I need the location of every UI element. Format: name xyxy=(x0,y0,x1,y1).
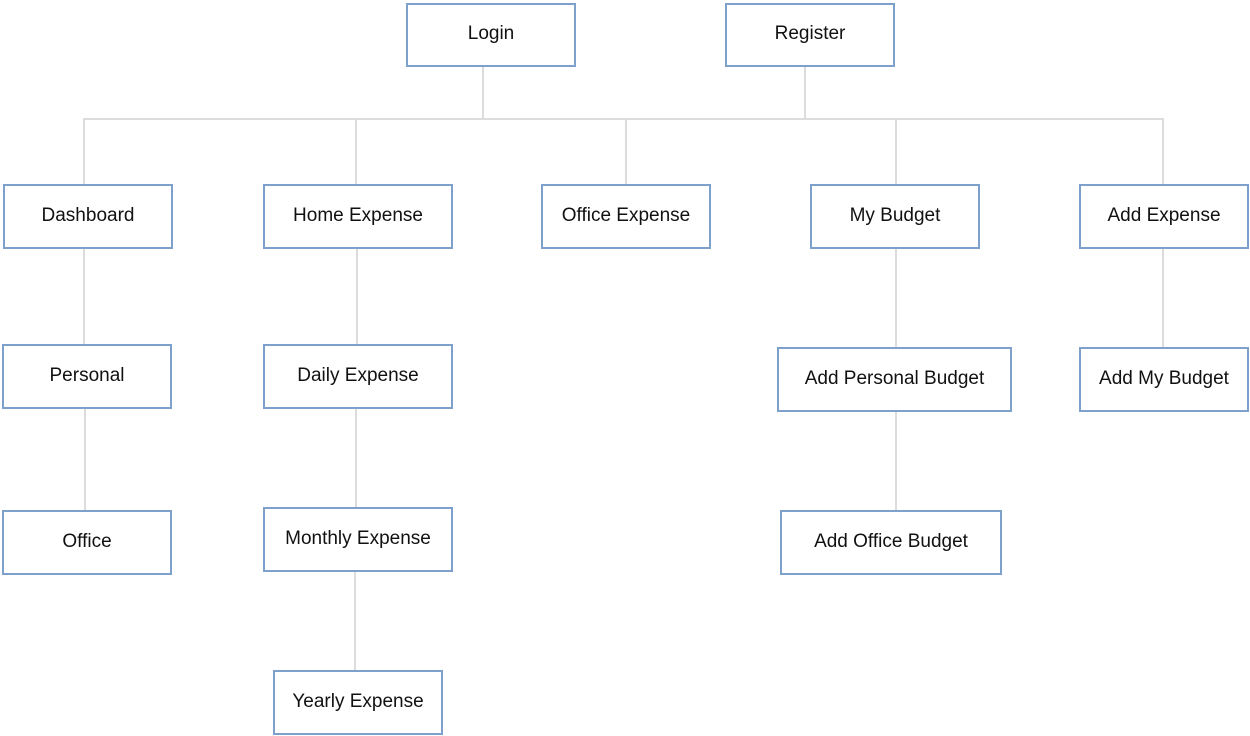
node-home-expense: Home Expense xyxy=(263,184,453,249)
node-label: Login xyxy=(467,23,515,44)
connector-bus-add-expense xyxy=(1162,118,1164,185)
node-label: Register xyxy=(774,23,846,44)
node-personal: Personal xyxy=(2,344,172,409)
node-label: Monthly Expense xyxy=(285,527,431,549)
connector-register-bus xyxy=(804,66,806,120)
connector-home-daily xyxy=(356,248,358,345)
node-label: Yearly Expense xyxy=(292,690,424,712)
node-office-expense: Office Expense xyxy=(541,184,711,249)
connector-monthly-yearly xyxy=(354,571,356,671)
node-office: Office xyxy=(2,510,172,575)
node-label: Office xyxy=(62,530,112,552)
connector-dashboard-personal xyxy=(83,248,85,345)
node-label: Add Personal Budget xyxy=(804,367,985,389)
connector-bus-my-budget xyxy=(895,118,897,185)
connector-login-bus xyxy=(482,66,484,120)
node-label: Dashboard xyxy=(41,204,135,226)
node-label: Office Expense xyxy=(561,204,691,226)
node-label: Daily Expense xyxy=(297,364,419,386)
connector-personal-office xyxy=(84,408,86,511)
connector-add-expense-add-my-budget xyxy=(1162,248,1164,348)
connector-bus-office-expense xyxy=(625,118,627,185)
node-dashboard: Dashboard xyxy=(3,184,173,249)
node-add-personal-budget: Add Personal Budget xyxy=(777,347,1012,412)
node-daily-expense: Daily Expense xyxy=(263,344,453,409)
node-label: Personal xyxy=(49,364,125,386)
node-monthly-expense: Monthly Expense xyxy=(263,507,453,572)
node-yearly-expense: Yearly Expense xyxy=(273,670,443,735)
node-label: Add Expense xyxy=(1107,204,1221,226)
node-label: Add My Budget xyxy=(1099,367,1229,389)
node-add-my-budget: Add My Budget xyxy=(1079,347,1249,412)
node-label: My Budget xyxy=(849,204,941,226)
node-label: Home Expense xyxy=(293,204,423,226)
connector-daily-monthly xyxy=(355,408,357,508)
connector-budget-personal-budget xyxy=(895,248,897,348)
node-register: Register xyxy=(725,3,895,67)
node-add-expense: Add Expense xyxy=(1079,184,1249,249)
connector-bus-home-expense xyxy=(355,118,357,185)
node-add-office-budget: Add Office Budget xyxy=(780,510,1002,575)
connector-horizontal-bus xyxy=(83,118,1164,120)
node-my-budget: My Budget xyxy=(810,184,980,249)
connector-personal-office-budget xyxy=(895,411,897,511)
node-login: Login xyxy=(406,3,576,67)
connector-bus-dashboard xyxy=(83,118,85,185)
site-map-diagram: Login Register Dashboard Home Expense Of… xyxy=(0,0,1250,736)
node-label: Add Office Budget xyxy=(814,530,968,552)
